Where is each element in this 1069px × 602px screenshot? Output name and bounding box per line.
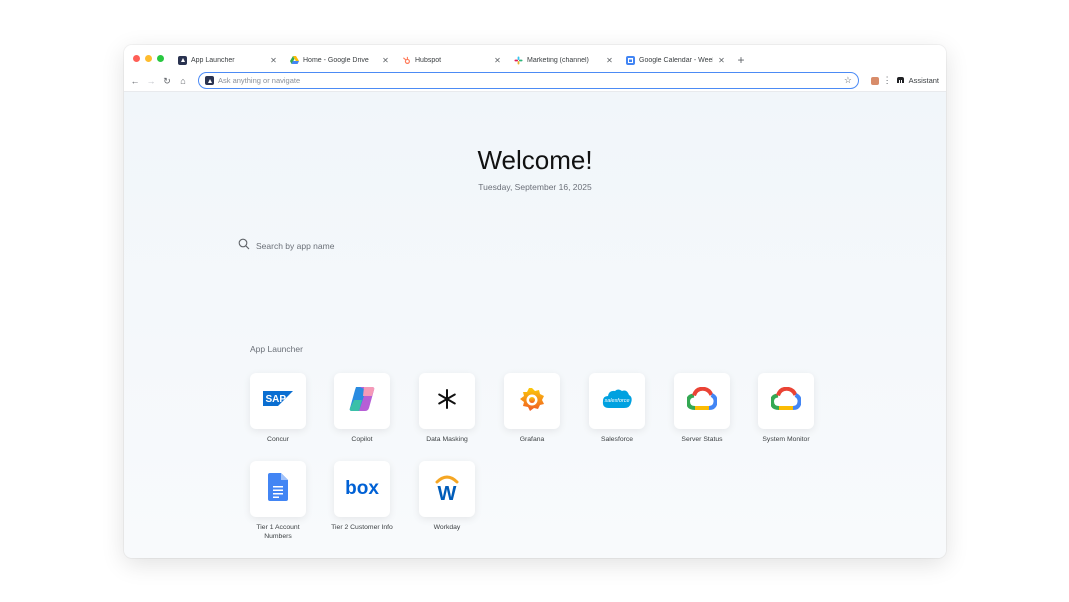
copilot-icon: [348, 386, 376, 417]
tab-title: Hubspot: [415, 56, 442, 64]
search-icon: [238, 237, 250, 255]
close-tab-icon[interactable]: ✕: [381, 56, 390, 65]
tab-bar: App Launcher ✕ Home - Google Drive ✕ Hub…: [124, 45, 946, 71]
close-tab-icon[interactable]: ✕: [605, 56, 614, 65]
app-name: Grafana: [519, 436, 545, 443]
address-input[interactable]: [218, 76, 844, 85]
app-tile[interactable]: box: [334, 461, 390, 517]
app-name: Server Status: [681, 436, 723, 443]
app-name: System Monitor: [762, 436, 810, 443]
app-launcher-icon: [205, 76, 214, 85]
app-tile[interactable]: salesforce: [589, 373, 645, 429]
app-workday[interactable]: W Workday: [412, 461, 482, 533]
app-tile[interactable]: [334, 373, 390, 429]
zoom-window-button[interactable]: [157, 54, 164, 62]
close-tab-icon[interactable]: ✕: [493, 56, 502, 65]
app-tile[interactable]: [419, 373, 475, 429]
app-name: Data Masking: [426, 436, 468, 443]
app-salesforce[interactable]: salesforce Salesforce: [582, 373, 652, 445]
app-name: Salesforce: [600, 436, 634, 443]
minimize-window-button[interactable]: [145, 54, 152, 62]
toolbar-right: ⋮ Assistant: [870, 75, 939, 86]
google-docs-icon: [268, 472, 288, 506]
more-menu-icon[interactable]: ⋮: [883, 75, 892, 86]
welcome-heading: Welcome!: [477, 145, 593, 175]
reload-icon[interactable]: ↻: [159, 76, 175, 87]
tab-title: App Launcher: [191, 56, 235, 64]
window-controls: [124, 45, 172, 71]
app-copilot[interactable]: Copilot: [327, 373, 397, 445]
search-input[interactable]: [256, 241, 656, 251]
page-content: Welcome! Tuesday, September 16, 2025 App…: [124, 92, 946, 558]
salesforce-icon: salesforce: [601, 388, 633, 415]
close-tab-icon[interactable]: ✕: [269, 56, 278, 65]
grafana-icon: [519, 386, 545, 417]
app-concur[interactable]: SAP Concur: [243, 373, 313, 445]
tab-google-drive[interactable]: Home - Google Drive ✕: [284, 49, 396, 71]
browser-toolbar: ← → ↻ ⌂ ☆ ⋮ Assistant: [124, 71, 946, 92]
svg-text:SAP: SAP: [266, 394, 287, 405]
app-launcher-icon: [178, 55, 187, 65]
slack-icon: [514, 55, 523, 65]
hubspot-icon: [402, 56, 411, 65]
tab-title: Google Calendar - Week of: [639, 56, 713, 64]
svg-text:salesforce: salesforce: [604, 398, 629, 404]
sap-icon: SAP: [263, 391, 293, 411]
home-icon[interactable]: ⌂: [175, 76, 191, 86]
app-tile[interactable]: [674, 373, 730, 429]
tab-title: Marketing (channel): [527, 56, 589, 64]
app-system-monitor[interactable]: System Monitor: [751, 373, 821, 445]
section-title: App Launcher: [250, 344, 303, 354]
app-data-masking[interactable]: Data Masking: [412, 373, 482, 445]
app-tile[interactable]: [504, 373, 560, 429]
app-name: Tier 1 Account Numbers: [256, 524, 300, 540]
app-tile[interactable]: W: [419, 461, 475, 517]
box-icon: box: [345, 478, 379, 499]
google-calendar-icon: [626, 55, 635, 65]
current-date: Tuesday, September 16, 2025: [478, 182, 592, 192]
workday-icon: W: [433, 472, 461, 507]
tab-app-launcher[interactable]: App Launcher ✕: [172, 49, 284, 71]
app-grafana[interactable]: Grafana: [497, 373, 567, 445]
app-tier-1-account-numbers[interactable]: Tier 1 Account Numbers: [243, 461, 313, 542]
app-server-status[interactable]: Server Status: [667, 373, 737, 445]
new-tab-button[interactable]: +: [732, 49, 750, 71]
browser-window: App Launcher ✕ Home - Google Drive ✕ Hub…: [124, 45, 946, 558]
app-tile[interactable]: SAP: [250, 373, 306, 429]
assistant-icon: [896, 76, 905, 86]
app-tile[interactable]: [250, 461, 306, 517]
bookmark-star-icon[interactable]: ☆: [844, 75, 852, 86]
forward-arrow-icon[interactable]: →: [143, 76, 159, 86]
tab-title: Home - Google Drive: [303, 56, 369, 64]
assistant-button[interactable]: Assistant: [909, 76, 939, 85]
app-tier-2-customer-info[interactable]: box Tier 2 Customer Info: [327, 461, 397, 533]
app-name: Concur: [267, 436, 289, 443]
app-tile[interactable]: [758, 373, 814, 429]
tab-hubspot[interactable]: Hubspot ✕: [396, 49, 508, 71]
app-name: Copilot: [351, 436, 373, 443]
svg-text:W: W: [438, 483, 457, 502]
tab-google-calendar[interactable]: Google Calendar - Week of ✕: [620, 49, 732, 71]
close-tab-icon[interactable]: ✕: [717, 56, 726, 65]
extension-icon[interactable]: [870, 76, 879, 85]
asterisk-icon: [437, 388, 457, 414]
app-search[interactable]: [238, 235, 828, 257]
google-cloud-icon: [769, 386, 802, 416]
google-cloud-icon: [685, 386, 718, 416]
back-arrow-icon[interactable]: ←: [127, 76, 143, 86]
close-window-button[interactable]: [133, 54, 140, 62]
app-name: Tier 2 Customer Info: [331, 524, 393, 531]
app-name: Workday: [433, 524, 461, 531]
google-drive-icon: [290, 56, 299, 65]
address-bar[interactable]: ☆: [198, 72, 859, 89]
tab-slack-marketing[interactable]: Marketing (channel) ✕: [508, 49, 620, 71]
